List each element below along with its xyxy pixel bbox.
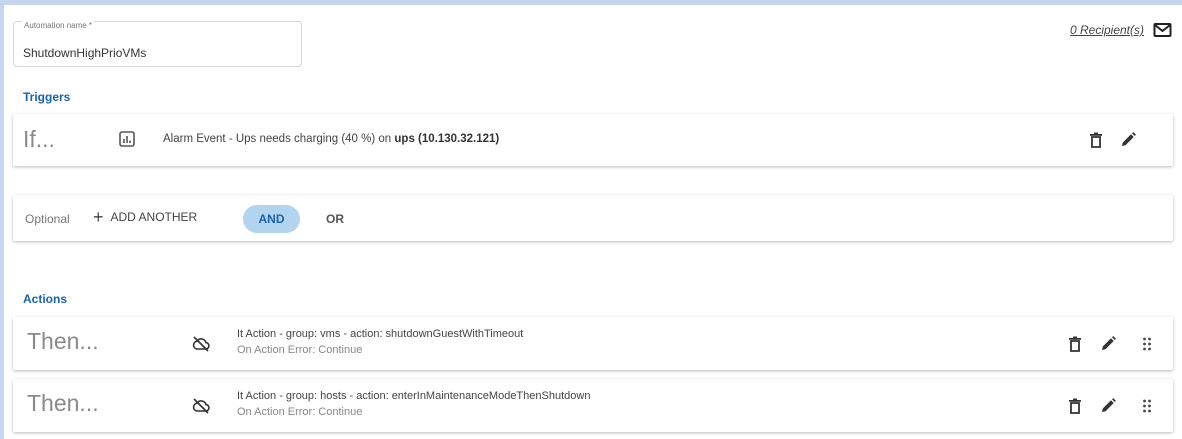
action-description: It Action - group: vms - action: shutdow… [237, 328, 524, 340]
action-row[interactable]: Then... It Action - group: hosts - actio… [13, 379, 1173, 432]
optional-label: Optional [25, 212, 70, 226]
trigger-row[interactable]: If... Alarm Event - Ups needs charging (… [13, 114, 1173, 166]
action-then-label: Then... [27, 328, 99, 354]
automation-name-input[interactable] [23, 46, 283, 60]
actions-title: Actions [23, 292, 68, 306]
action-error-policy: On Action Error: Continue [237, 406, 363, 418]
trigger-description: Alarm Event - Ups needs charging (40 %) … [163, 133, 499, 145]
action-error-policy: On Action Error: Continue [237, 344, 363, 356]
trigger-text: Alarm Event - Ups needs charging (40 %) … [163, 133, 395, 145]
automation-name-field[interactable]: Automation name * [13, 21, 302, 67]
trigger-if-label: If... [23, 126, 55, 152]
recipients-link[interactable]: 0 Recipient(s) [1070, 23, 1144, 37]
trash-icon[interactable] [1066, 335, 1084, 353]
trash-icon[interactable] [1066, 397, 1084, 415]
edit-icon[interactable] [1099, 397, 1117, 415]
trash-icon[interactable] [1087, 131, 1105, 149]
mail-icon[interactable] [1153, 22, 1172, 38]
action-description: It Action - group: hosts - action: enter… [237, 390, 591, 402]
action-row[interactable]: Then... It Action - group: vms - action:… [13, 317, 1173, 370]
cloud-off-icon [192, 336, 210, 352]
edit-icon[interactable] [1099, 335, 1117, 353]
triggers-title: Triggers [23, 90, 71, 104]
drag-handle-icon[interactable] [1138, 335, 1156, 353]
cloud-off-icon [192, 398, 210, 414]
add-another-label: ADD ANOTHER [110, 210, 198, 224]
and-toggle-button[interactable]: AND [243, 205, 300, 233]
edit-icon[interactable] [1119, 131, 1137, 149]
trigger-options-bar: Optional + ADD ANOTHER AND OR [13, 195, 1173, 241]
or-toggle-button[interactable]: OR [316, 205, 354, 233]
drag-handle-icon[interactable] [1138, 397, 1156, 415]
action-then-label: Then... [27, 390, 99, 416]
chart-icon [119, 131, 135, 147]
trigger-target: ups (10.130.32.121) [394, 133, 500, 145]
plus-icon: + [93, 207, 104, 227]
add-another-button[interactable]: + ADD ANOTHER [93, 208, 197, 226]
automation-name-label: Automation name * [22, 21, 95, 30]
